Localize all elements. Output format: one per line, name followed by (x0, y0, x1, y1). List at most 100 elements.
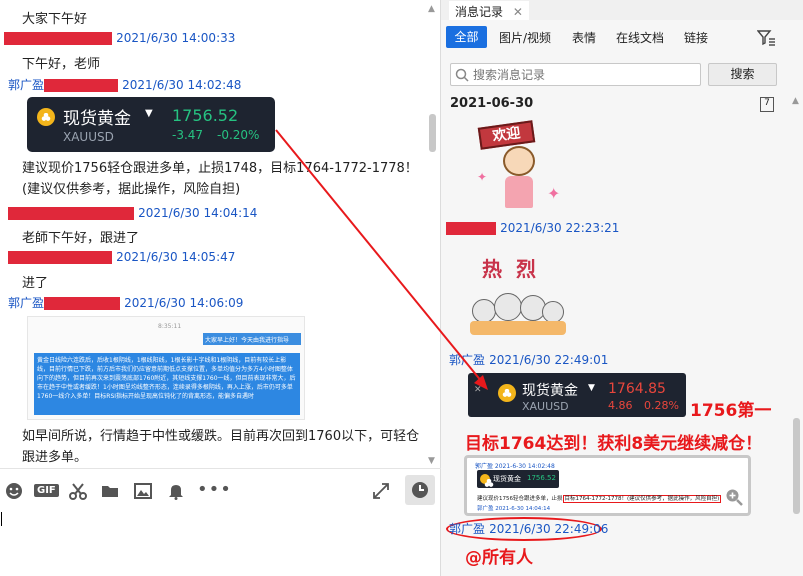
gold-coin-icon (480, 474, 494, 487)
emoji-icon[interactable] (4, 481, 24, 501)
message-time: 2021/6/30 14:00:33 (116, 31, 236, 45)
quote-symbol: XAUUSD (63, 130, 114, 144)
entry-time: 2021/6/30 22:23:21 (500, 221, 620, 235)
search-button[interactable]: 搜索 (708, 63, 777, 86)
chat-screenshot-thumbnail[interactable]: 郭广盈 2021-6-30 14:02:48 现货黄金 1756.52 建议现价… (464, 455, 751, 516)
quote-title: 现货黄金 (522, 383, 578, 399)
redacted-name (44, 297, 121, 310)
close-icon[interactable]: ✕ (513, 5, 523, 19)
sender-name[interactable]: 郭广盈 (449, 353, 485, 367)
history-title: 消息记录 (455, 5, 504, 19)
annotation-mention: @所有人 (465, 548, 533, 568)
thumb-foot: 郭广盈 2021-6-30 14:04:14 (477, 506, 551, 512)
redacted-name (8, 207, 134, 220)
tab-links[interactable]: 链接 (684, 28, 708, 48)
tab-docs[interactable]: 在线文档 (616, 28, 664, 48)
filter-icon[interactable] (757, 29, 777, 47)
history-icon (412, 482, 428, 498)
expand-icon[interactable] (371, 481, 391, 501)
more-icon[interactable]: ••• (197, 479, 232, 500)
message-header: 2021/6/30 14:04:14 (8, 206, 257, 221)
sticker-cheering[interactable]: 热烈 (468, 247, 568, 343)
search-input[interactable] (473, 66, 693, 83)
history-tab-header: 消息记录 ✕ (441, 0, 803, 20)
history-entry-header: 郭广盈 2021/6/30 22:49:01 (449, 351, 608, 368)
message-header: 2021/6/30 14:00:33 (4, 31, 235, 46)
input-toolbar: GIF ••• (0, 468, 441, 512)
chat-panel: 大家下午好 2021/6/30 14:00:33 下午好，老师 郭广盈 2021… (0, 0, 441, 576)
redacted-name (44, 79, 119, 92)
sender-name[interactable]: 郭广盈 (8, 78, 44, 92)
collapse-icon[interactable]: ✕ (474, 385, 484, 395)
sender-name[interactable]: 郭广盈 (449, 522, 485, 536)
zoom-icon[interactable] (725, 488, 743, 506)
quote-symbol: XAUUSD (522, 400, 569, 413)
tab-media[interactable]: 图片/视频 (499, 28, 551, 48)
message-time: 2021/6/30 14:05:47 (116, 250, 236, 264)
redacted-name (446, 222, 496, 235)
tab-all[interactable]: 全部 (446, 26, 487, 48)
message-input[interactable] (0, 512, 440, 576)
history-scrollbar[interactable] (793, 418, 800, 514)
quote-change: -3.47 (172, 128, 204, 142)
history-entry-header: 2021/6/30 22:23:21 (446, 221, 619, 236)
quote-change-pct: 0.28% (644, 399, 679, 412)
gold-coin-icon (498, 384, 516, 402)
entry-time: 2021/6/30 22:49:06 (489, 522, 609, 536)
quote-change: 4.86 (608, 399, 633, 412)
scroll-up-icon[interactable]: ▲ (792, 96, 799, 106)
gold-quote-card[interactable]: ✕ 现货黄金 ▼ XAUUSD 1764.85 4.86 0.28% (468, 373, 686, 417)
history-tab[interactable]: 消息记录 ✕ (449, 1, 529, 20)
caret-down-icon: ▼ (588, 383, 595, 393)
quote-price: 1756.52 (172, 106, 239, 125)
message-text: 下午好，老师 (22, 57, 101, 72)
sender-name[interactable]: 郭广盈 (8, 296, 44, 310)
scissors-icon[interactable] (68, 481, 88, 501)
sticker-welcome[interactable]: 欢迎 ✦ ✦ (469, 118, 568, 214)
sticker-label: 欢迎 (477, 120, 536, 150)
thumb-price: 1756.52 (527, 474, 556, 482)
annotation-text: 目标1764达到！获利8美元继续减仓！ (465, 434, 763, 454)
folder-icon[interactable] (100, 481, 120, 501)
scroll-up-icon[interactable]: ▲ (428, 4, 435, 14)
tab-stickers[interactable]: 表情 (572, 28, 596, 48)
redacted-name (8, 251, 112, 264)
scroll-down-icon[interactable]: ▼ (428, 456, 435, 466)
chat-scrollbar[interactable] (429, 114, 436, 152)
sparkle-icon: ✦ (477, 170, 488, 184)
message-time: 2021/6/30 14:02:48 (122, 78, 242, 92)
message-text: 大家下午好 (22, 12, 88, 27)
date-heading: 2021-06-30 (450, 96, 534, 111)
screenshot-bubble: 大家早上好！今天由我进行指导 (203, 333, 301, 345)
quote-price: 1764.85 (608, 381, 666, 397)
annotation-text: 1756第一 (690, 401, 772, 421)
sticker-cats (470, 291, 566, 337)
message-text: 建议现价1756轻仓跟进多单，止损1748，目标1764-1772-1778！(… (22, 161, 418, 197)
message-time: 2021/6/30 14:06:09 (124, 296, 244, 310)
screenshot-time: 8:35:11 (158, 323, 182, 330)
search-box[interactable] (450, 63, 701, 86)
sticker-face (503, 146, 535, 176)
message-header: 郭广盈 2021/6/30 14:06:09 (8, 294, 243, 311)
caret-down-icon: ▼ (145, 108, 153, 119)
quote-change-pct: -0.20% (217, 128, 260, 142)
history-entry-header: 郭广盈 2021/6/30 22:49:06 (449, 520, 608, 537)
screenshot-body: 黄金日线险六连跌后，后收1根阴线，1根线阳线，1根长影十字线和1根阴线，目前有较… (34, 353, 300, 415)
message-header: 郭广盈 2021/6/30 14:02:48 (8, 76, 241, 93)
screenshot-image[interactable]: 8:35:11 大家早上好！今天由我进行指导 黄金日线险六连跌后，后收1根阴线，… (27, 316, 305, 420)
sticker-label: 热烈 (482, 257, 550, 281)
gold-quote-card[interactable]: 现货黄金 ▼ XAUUSD 1756.52 -3.47 -0.20% (27, 97, 275, 152)
message-time: 2021/6/30 14:04:14 (138, 206, 258, 220)
image-icon[interactable] (133, 481, 153, 501)
thumb-sender: 郭广盈 2021-6-30 14:02:48 (475, 463, 555, 470)
thumb-title: 现货黄金 (493, 475, 521, 483)
message-text: 如早间所说，行情趋于中性或缓跌。目前再次回到1760以下，可轻仓跟进多单。 (22, 429, 420, 465)
history-button[interactable] (405, 475, 435, 505)
bell-icon[interactable] (166, 481, 186, 501)
calendar-icon[interactable]: 7 (760, 97, 774, 112)
gif-icon[interactable]: GIF (34, 484, 59, 497)
redacted-name (4, 32, 112, 45)
quote-title: 现货黄金 (63, 109, 131, 129)
gold-coin-icon (37, 108, 55, 126)
sparkle-icon: ✦ (547, 184, 561, 203)
